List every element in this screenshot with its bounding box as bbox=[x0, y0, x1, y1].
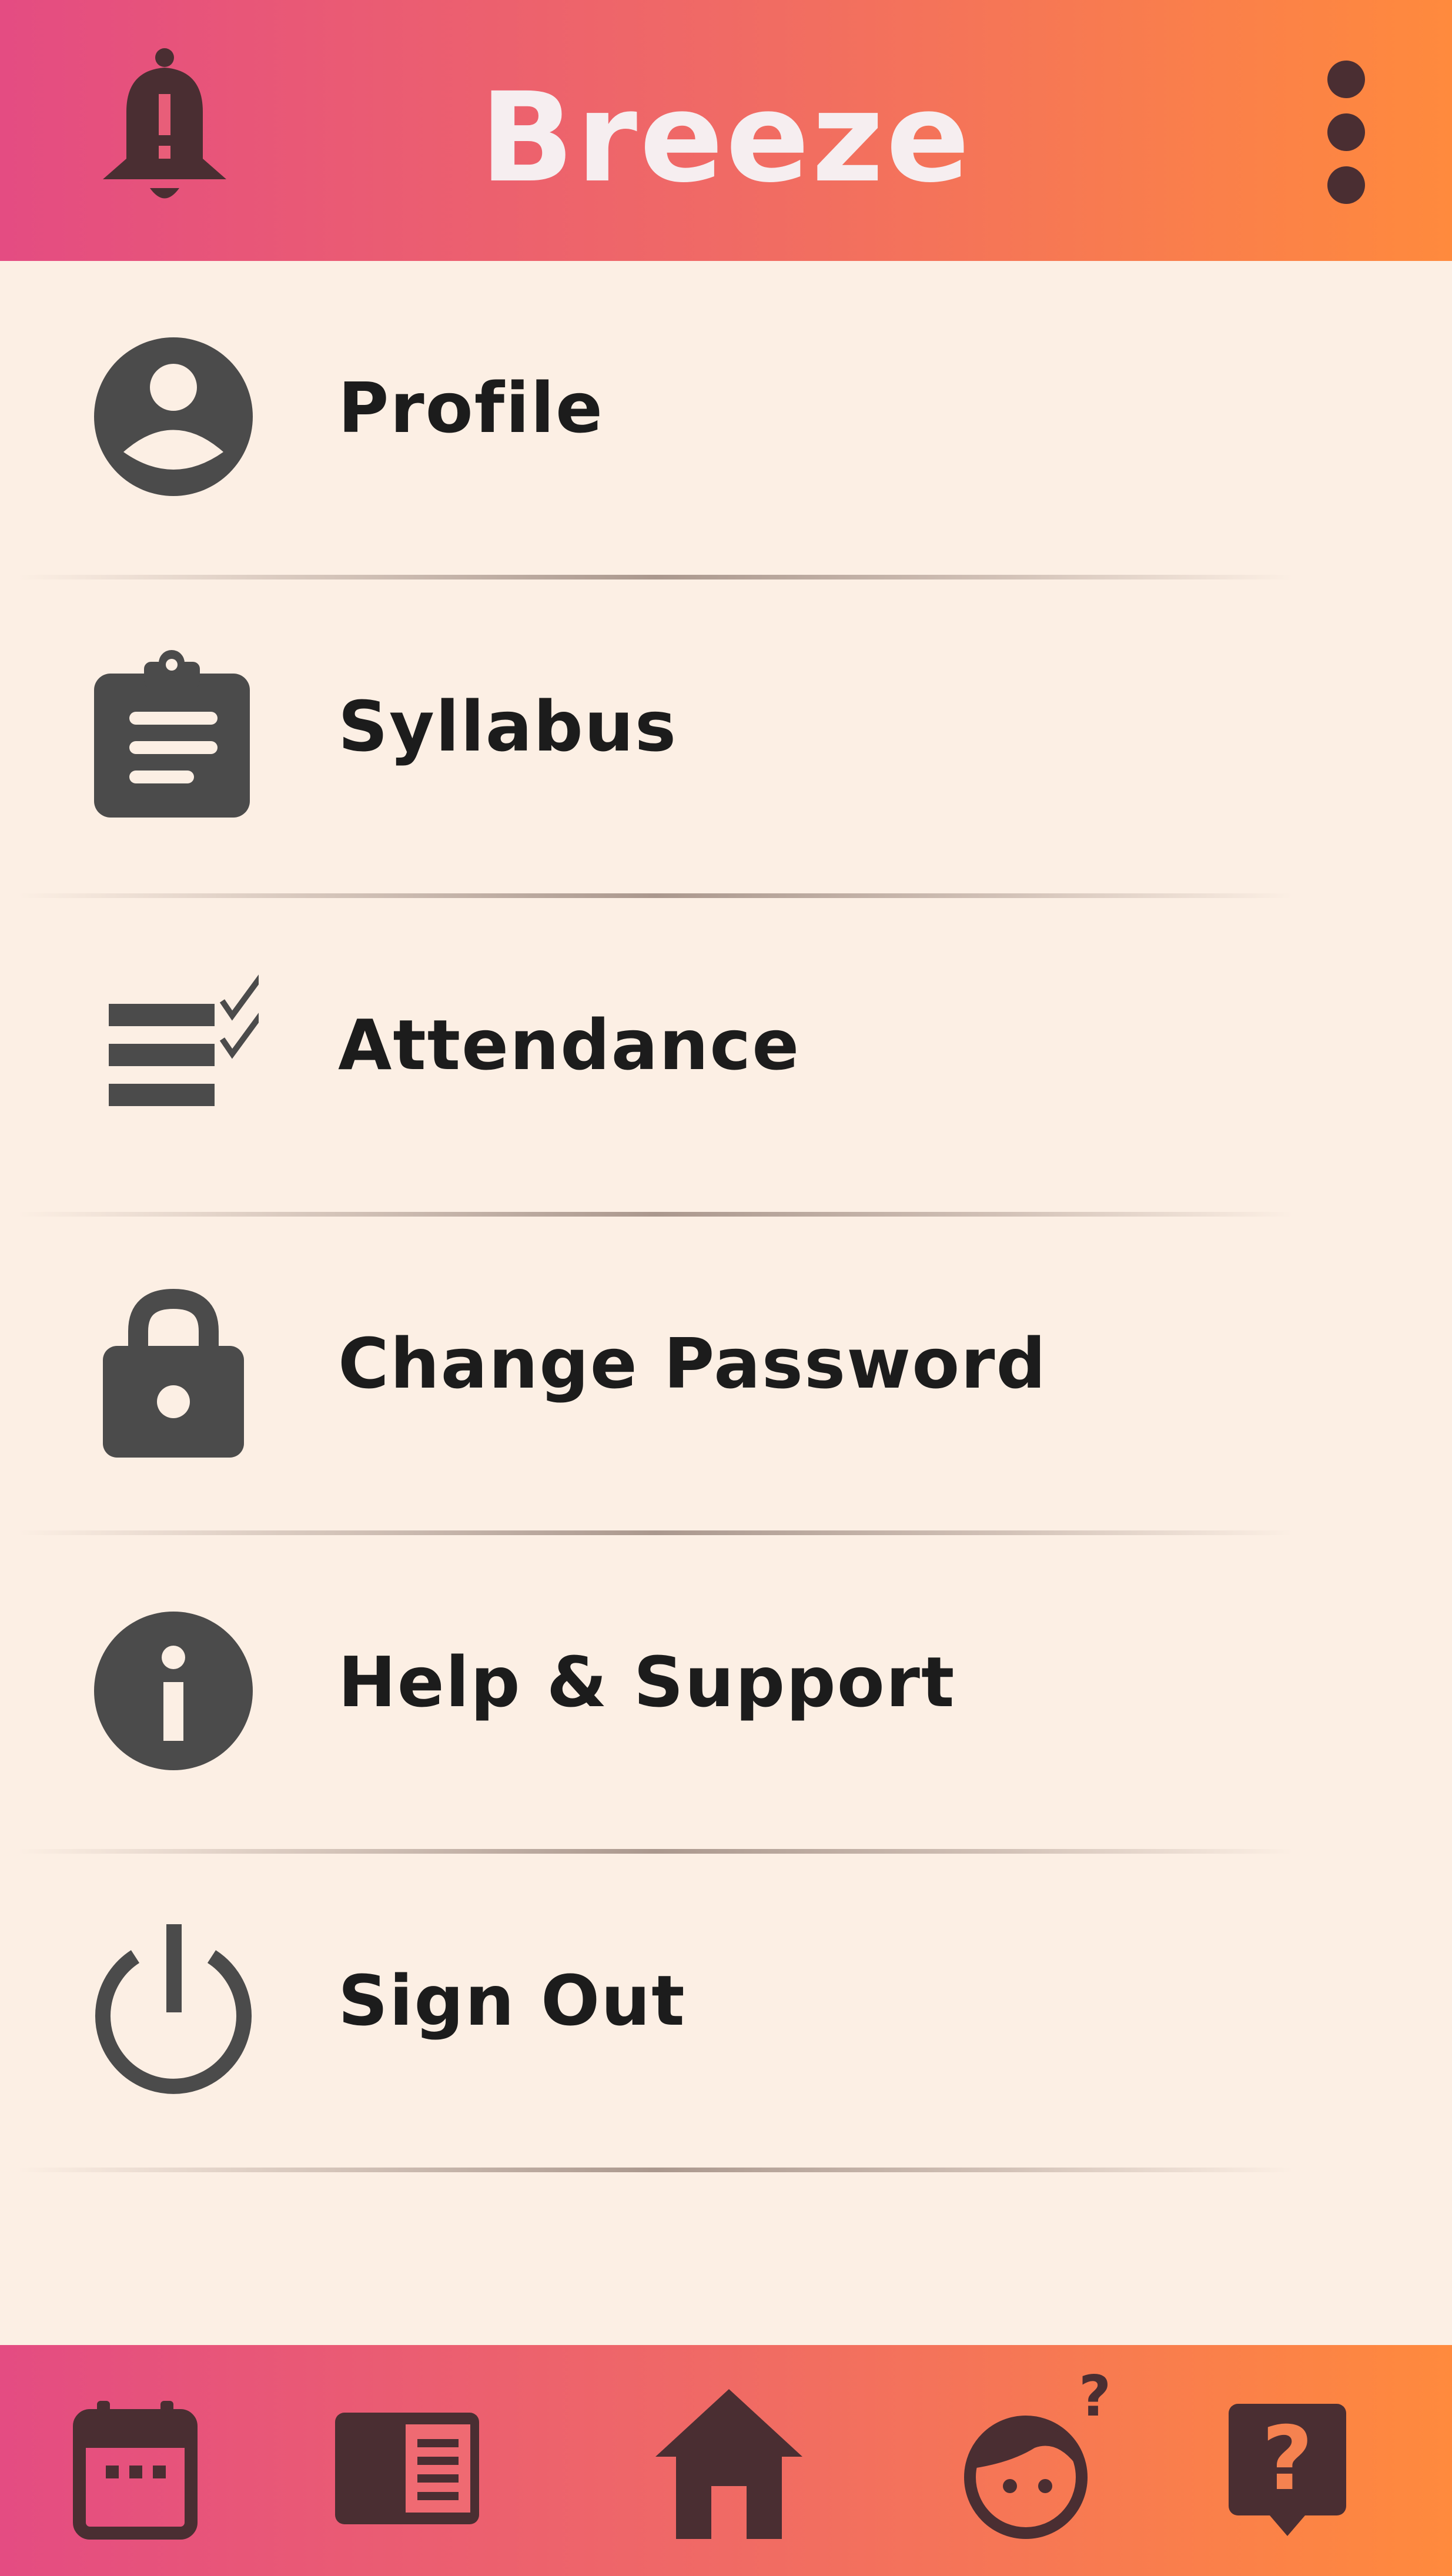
app-title: Breeze bbox=[480, 66, 972, 210]
svg-text:?: ? bbox=[1079, 2369, 1111, 2429]
bottom-navigation: ? ? bbox=[0, 2345, 1452, 2576]
calendar-icon[interactable] bbox=[47, 2369, 223, 2551]
menu-label-profile: Profile bbox=[338, 367, 604, 448]
profile-icon bbox=[88, 331, 259, 502]
menu-label-sign-out: Sign Out bbox=[338, 1960, 686, 2041]
menu-divider bbox=[18, 1530, 1434, 1535]
menu-item-attendance[interactable]: Attendance bbox=[0, 898, 1452, 1217]
info-icon bbox=[88, 1606, 259, 1776]
clipboard-icon bbox=[88, 650, 259, 820]
menu-label-change-password: Change Password bbox=[338, 1323, 1047, 1404]
menu-item-profile[interactable]: Profile bbox=[0, 261, 1452, 579]
menu-label-syllabus: Syllabus bbox=[338, 686, 678, 767]
kid-question-icon[interactable]: ? bbox=[946, 2364, 1123, 2551]
menu-divider bbox=[18, 1849, 1434, 1854]
menu-item-help-support[interactable]: Help & Support bbox=[0, 1535, 1452, 1854]
help-chat-icon[interactable]: ? bbox=[1199, 2369, 1376, 2551]
menu-divider bbox=[18, 893, 1434, 898]
menu-divider bbox=[18, 575, 1434, 579]
power-icon bbox=[88, 1924, 259, 2095]
menu-item-syllabus[interactable]: Syllabus bbox=[0, 579, 1452, 898]
svg-text:?: ? bbox=[1262, 2408, 1313, 2510]
menu-item-change-password[interactable]: Change Password bbox=[0, 1217, 1452, 1535]
more-vertical-icon[interactable] bbox=[1311, 56, 1381, 209]
menu-divider bbox=[18, 1212, 1434, 1217]
checklist-icon bbox=[88, 969, 267, 1139]
book-icon[interactable] bbox=[317, 2369, 494, 2551]
menu-divider bbox=[18, 2168, 1434, 2172]
menu-item-sign-out[interactable]: Sign Out bbox=[0, 1854, 1452, 2172]
menu-label-help-support: Help & Support bbox=[338, 1642, 956, 1723]
menu-label-attendance: Attendance bbox=[338, 1004, 801, 1086]
lock-icon bbox=[88, 1287, 259, 1458]
app-header: Breeze bbox=[0, 0, 1452, 261]
home-icon[interactable] bbox=[641, 2369, 817, 2551]
side-menu: Profile Syllabus Attendance Change Passw… bbox=[0, 261, 1452, 2172]
